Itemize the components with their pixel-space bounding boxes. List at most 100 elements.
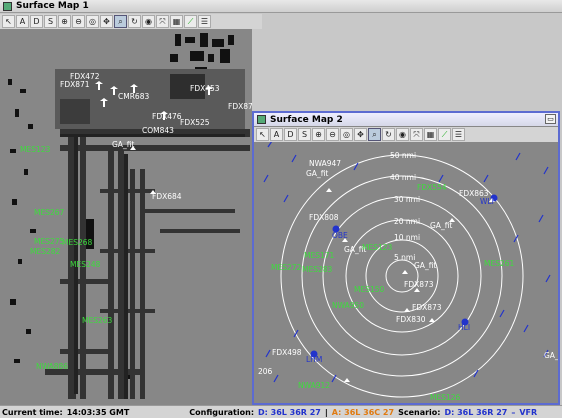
aircraft-label[interactable]: FDX684: [152, 192, 182, 201]
scenario-label: Scenario:: [398, 407, 441, 417]
surface-map-2-title: Surface Map 2: [270, 114, 343, 125]
aircraft-label[interactable]: FDX830: [396, 315, 426, 324]
cursor-icon[interactable]: ↖: [2, 15, 15, 28]
d-icon[interactable]: D: [284, 128, 297, 141]
vehicle-label[interactable]: MES123: [20, 145, 51, 154]
range-ring-label[interactable]: 40 nmi: [390, 173, 416, 182]
rotate-icon[interactable]: ↻: [128, 15, 141, 28]
range-ring-label[interactable]: 5 nmi: [394, 253, 415, 262]
vehicle-label[interactable]: MES267: [34, 208, 65, 217]
vehicle-label[interactable]: MES275: [34, 237, 65, 246]
window-icon: [257, 115, 266, 124]
fit-icon[interactable]: ⤧: [410, 128, 423, 141]
zoom-out-icon[interactable]: ⊖: [72, 15, 85, 28]
aircraft-label[interactable]: GA_fit: [430, 221, 452, 230]
aircraft-label[interactable]: GA_fit: [414, 261, 436, 270]
aircraft-label[interactable]: FDX871: [60, 80, 90, 89]
list-icon[interactable]: ☰: [198, 15, 211, 28]
config-arrival: A: 36L 36C 27: [331, 407, 395, 417]
vehicle-label[interactable]: MES126: [430, 393, 461, 402]
fix-label[interactable]: OBE: [332, 231, 348, 240]
current-time-value: 14:03:35 GMT: [66, 407, 130, 417]
aircraft-label[interactable]: CMR683: [118, 92, 149, 101]
grid-icon[interactable]: ▦: [424, 128, 437, 141]
aircraft-label[interactable]: FDX453: [190, 84, 220, 93]
surface-map-2-titlebar[interactable]: Surface Map 2 ▭: [254, 113, 558, 126]
aircraft-label[interactable]: 206: [258, 367, 273, 376]
d-icon[interactable]: D: [30, 15, 43, 28]
scenario-dash: –: [511, 407, 516, 417]
search-icon[interactable]: ⌕: [368, 128, 381, 141]
grid-icon[interactable]: ▦: [170, 15, 183, 28]
vehicle-label[interactable]: NWA886: [36, 362, 68, 371]
aircraft-label[interactable]: FDX873: [412, 303, 442, 312]
range-ring-label[interactable]: 20 nmi: [394, 217, 420, 226]
vehicle-label[interactable]: MES150: [354, 285, 385, 294]
s-icon[interactable]: S: [44, 15, 57, 28]
vehicle-label[interactable]: NWA912: [298, 381, 330, 390]
range-ring-label[interactable]: 50 nmi: [390, 151, 416, 160]
vehicle-label[interactable]: MES123: [362, 243, 393, 252]
vehicle-label[interactable]: NWA950: [332, 301, 364, 310]
list-icon[interactable]: ☰: [452, 128, 465, 141]
pan-icon[interactable]: ✥: [354, 128, 367, 141]
surface-map-1-titlebar[interactable]: Surface Map 1: [0, 0, 562, 13]
signal-icon[interactable]: ⟋: [438, 128, 451, 141]
zoom-in-icon[interactable]: ⊕: [312, 128, 325, 141]
target-icon[interactable]: ◉: [142, 15, 155, 28]
config-departure: D: 36L 36R 27: [258, 407, 321, 417]
search-icon[interactable]: ⌕: [114, 15, 127, 28]
aircraft-label[interactable]: FDX476: [152, 112, 182, 121]
fix-label[interactable]: HLI: [458, 323, 470, 332]
aircraft-label[interactable]: COM843: [142, 126, 174, 135]
surface-map-2-canvas[interactable]: 5 nmi 10 nmi 20 nmi 30 nmi 40 nmi 50 nmi NWA94…: [254, 142, 558, 403]
window-icon: [3, 1, 12, 11]
surface-map-2-toolbar: ↖ A D S ⊕ ⊖ ◎ ✥ ⌕ ↻ ◉ ⤧ ▦ ⟋ ☰: [254, 127, 558, 142]
a-icon[interactable]: A: [16, 15, 29, 28]
vehicle-label[interactable]: MES268: [62, 238, 93, 247]
vehicle-label[interactable]: FDX554: [417, 183, 447, 192]
zoom-in-icon[interactable]: ⊕: [58, 15, 71, 28]
aircraft-label[interactable]: FDX87M: [228, 102, 252, 111]
aircraft-label[interactable]: FDX808: [309, 213, 339, 222]
scenario-departure: D: 36L 36R 27: [444, 407, 508, 417]
surface-map-2-window: Surface Map 2 ▭ ↖ A D S ⊕ ⊖ ◎ ✥ ⌕ ↻ ◉ ⤧ ▦ ⟋ ☰: [252, 111, 560, 405]
radar-scope: 5 nmi 10 nmi 20 nmi 30 nmi 40 nmi 50 nmi NWA94…: [258, 142, 558, 402]
vehicle-label[interactable]: MES261: [484, 259, 515, 268]
s-icon[interactable]: S: [298, 128, 311, 141]
aircraft-label[interactable]: FDX525: [180, 118, 210, 127]
config-separator: |: [324, 407, 328, 417]
rotate-icon[interactable]: ↻: [382, 128, 395, 141]
zoom-reset-icon[interactable]: ◎: [340, 128, 353, 141]
zoom-reset-icon[interactable]: ◎: [86, 15, 99, 28]
fit-icon[interactable]: ⤧: [156, 15, 169, 28]
zoom-out-icon[interactable]: ⊖: [326, 128, 339, 141]
airport-surface-drawing: FDX871FDX472 FDX453 FDX87M CMR683 COM843 FDX4…: [8, 33, 252, 399]
aircraft-label[interactable]: GA_fit: [306, 169, 328, 178]
aircraft-label[interactable]: FDX472: [70, 72, 100, 81]
surface-map-1-canvas[interactable]: FDX871FDX472 FDX453 FDX87M CMR683 COM843 FDX4…: [0, 29, 252, 405]
range-ring-label[interactable]: 10 nmi: [394, 233, 420, 242]
vehicle-label[interactable]: MES263: [82, 316, 113, 325]
restore-icon[interactable]: ▭: [545, 114, 556, 124]
aircraft-label[interactable]: FDX873: [404, 280, 434, 289]
cursor-icon[interactable]: ↖: [256, 128, 269, 141]
fix-label[interactable]: LHM: [306, 355, 322, 364]
target-icon[interactable]: ◉: [396, 128, 409, 141]
aircraft-label[interactable]: NWA947: [309, 159, 341, 168]
vehicle-label[interactable]: MES283: [302, 265, 333, 274]
vehicle-label[interactable]: MES248: [70, 260, 101, 269]
pan-icon[interactable]: ✥: [100, 15, 113, 28]
a-icon[interactable]: A: [270, 128, 283, 141]
aircraft-label[interactable]: GA_fit: [112, 140, 134, 149]
vehicle-label[interactable]: MES282: [30, 247, 61, 256]
status-bar: Current time: 14:03:35 GMT Configuration…: [0, 405, 562, 418]
vehicle-label[interactable]: MES272: [271, 263, 302, 272]
aircraft-label[interactable]: FDX498: [272, 348, 302, 357]
fix-label[interactable]: WLF: [480, 197, 496, 206]
aircraft-label[interactable]: GA_: [544, 351, 558, 360]
current-time-label: Current time:: [2, 407, 63, 417]
vehicle-label[interactable]: MES171: [304, 251, 335, 260]
range-ring-label[interactable]: 30 nmi: [394, 195, 420, 204]
signal-icon[interactable]: ⟋: [184, 15, 197, 28]
